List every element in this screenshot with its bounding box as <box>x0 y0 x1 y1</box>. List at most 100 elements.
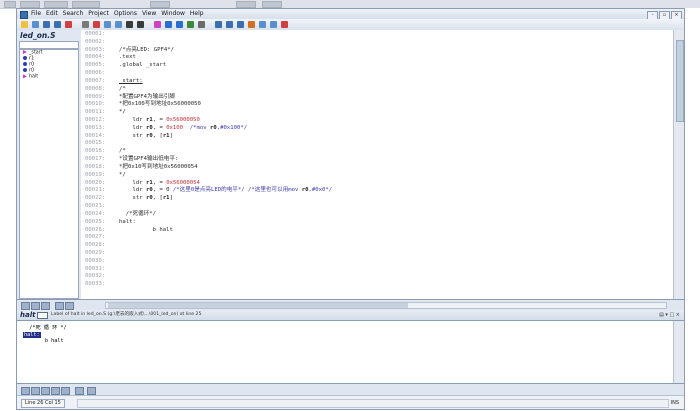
code-line[interactable]: 00012: ldr r1, = 0x56000050 <box>81 117 673 125</box>
code-line[interactable]: 00015: <box>81 140 673 148</box>
menu-item-edit[interactable]: Edit <box>46 10 58 17</box>
sort-icon[interactable] <box>41 302 50 310</box>
symbol-toggle-icon[interactable] <box>21 302 30 310</box>
code-line[interactable]: 00001: <box>81 31 673 39</box>
code-line[interactable]: 00027: <box>81 234 673 242</box>
flag-icon[interactable] <box>51 387 60 395</box>
toolbar-button-icon[interactable] <box>270 21 277 28</box>
line-number: 00009: <box>85 93 106 100</box>
code-line[interactable]: 00025: halt: <box>81 219 673 227</box>
code-text: *配置GPF4为输出引脚 <box>119 93 175 100</box>
code-line[interactable]: 00023: <box>81 203 673 211</box>
tile-icon[interactable] <box>87 387 96 395</box>
relation-icon[interactable] <box>21 387 30 395</box>
toolbar-button-icon[interactable] <box>104 21 111 28</box>
taskbar-button[interactable] <box>150 1 170 8</box>
scroll-thumb[interactable] <box>676 40 684 122</box>
toolbar-button-icon[interactable] <box>32 21 39 28</box>
tile-icon[interactable] <box>65 302 74 310</box>
code-text: /* <box>119 148 126 155</box>
toolbar-button-icon[interactable] <box>65 21 72 28</box>
menu-item-project[interactable]: Project <box>88 10 109 17</box>
context-window-controls[interactable]: ▤ ▾ □ × <box>659 310 680 320</box>
hscroll-thumb[interactable] <box>108 303 408 308</box>
toolbar-button-icon[interactable] <box>176 21 183 28</box>
taskbar-button[interactable] <box>44 1 68 8</box>
code-line[interactable]: 00016: /* <box>81 148 673 156</box>
code-line[interactable]: 00019: */ <box>81 172 673 180</box>
horizontal-scrollbar[interactable] <box>105 302 667 309</box>
code-line[interactable]: 00031: <box>81 266 673 274</box>
code-line[interactable]: 00013: ldr r0, = 0x100 /*mov r0,#0x100*/ <box>81 125 673 133</box>
abc-icon[interactable] <box>61 387 70 395</box>
code-line[interactable]: 00008: /* <box>81 86 673 94</box>
code-line[interactable]: 00033: <box>81 281 673 289</box>
toolbar-button-icon[interactable] <box>281 21 288 28</box>
menu-item-search[interactable]: Search <box>63 10 84 17</box>
code-line[interactable]: 00030: <box>81 258 673 266</box>
code-line[interactable]: 00011: */ <box>81 109 673 117</box>
toolbar-button-icon[interactable] <box>165 21 172 28</box>
code-line[interactable]: 00014: str r0, [r1] <box>81 133 673 141</box>
code-line[interactable]: 00021: ldr r0, = 0 /*这里0是点亮LED的电平*/ /*这里… <box>81 187 673 195</box>
taskbar-button[interactable] <box>4 1 16 8</box>
code-editor[interactable]: 00001: 00002: 00003: /*点亮LED: GPF4*/ 00004:.… <box>81 30 673 299</box>
toolbar-button-icon[interactable] <box>215 21 222 28</box>
code-line[interactable]: 00018: *把0x10写到地址0x56000054 <box>81 164 673 172</box>
line-number: 00031: <box>85 265 106 272</box>
context-highlight: halt: <box>23 331 41 338</box>
toolbar-button-icon[interactable] <box>137 21 144 28</box>
code-line[interactable]: 00017: *设置GPF4输出低电平: <box>81 156 673 164</box>
toolbar-button-icon[interactable] <box>198 21 205 28</box>
toolbar-button-icon[interactable] <box>43 21 50 28</box>
code-line[interactable]: 00003: /*点亮LED: GPF4*/ <box>81 47 673 55</box>
menu-item-options[interactable]: Options <box>114 10 137 17</box>
context-select-icon[interactable] <box>37 312 48 319</box>
toolbar-button-icon[interactable] <box>187 21 194 28</box>
toolbar-button-icon[interactable] <box>21 21 28 28</box>
menu-item-window[interactable]: Window <box>161 10 185 17</box>
code-line[interactable]: 00024: /*死循环*/ <box>81 211 673 219</box>
taskbar-button[interactable] <box>236 1 256 8</box>
taskbar-button[interactable] <box>72 1 100 8</box>
toolbar-button-icon[interactable] <box>126 21 133 28</box>
context-scrollbar[interactable] <box>673 321 684 383</box>
code-text: .global _start <box>119 62 167 69</box>
menu-item-file[interactable]: File <box>31 10 41 17</box>
code-line[interactable]: 00029: <box>81 250 673 258</box>
line-number: 00020: <box>85 179 106 186</box>
taskbar-button[interactable] <box>262 1 282 8</box>
code-line[interactable]: 00032: <box>81 273 673 281</box>
vertical-scrollbar[interactable] <box>673 30 684 299</box>
code-line[interactable]: 00022: str r0, [r1] <box>81 195 673 203</box>
window-icon[interactable] <box>55 302 64 310</box>
code-line[interactable]: 00010: *把0x100写到地址0x56000050 <box>81 101 673 109</box>
symbol-search-input[interactable] <box>19 41 79 49</box>
grid-icon[interactable] <box>41 387 50 395</box>
window-icon[interactable] <box>75 387 84 395</box>
taskbar-button[interactable] <box>20 1 40 8</box>
code-line[interactable]: 00002: <box>81 39 673 47</box>
toolbar-button-icon[interactable] <box>259 21 266 28</box>
toolbar-button-icon[interactable] <box>237 21 244 28</box>
menu-item-view[interactable]: View <box>142 10 156 17</box>
toolbar-button-icon[interactable] <box>154 21 161 28</box>
code-line[interactable]: 00004: .text <box>81 54 673 62</box>
code-line[interactable]: 00028: <box>81 242 673 250</box>
context-window[interactable]: /*死 循 环 */halt: b halt <box>17 321 684 383</box>
toolbar-button-icon[interactable] <box>226 21 233 28</box>
toolbar-button-icon[interactable] <box>82 21 89 28</box>
toolbar-button-icon[interactable] <box>248 21 255 28</box>
toolbar-button-icon[interactable] <box>54 21 61 28</box>
list-icon[interactable] <box>31 302 40 310</box>
menu-item-help[interactable]: Help <box>190 10 204 17</box>
toolbar-button-icon[interactable] <box>93 21 100 28</box>
code-line[interactable]: 00026: b halt <box>81 227 673 235</box>
file-title: led_on.S <box>20 31 56 40</box>
code-line[interactable]: 00007: _start: <box>81 78 673 86</box>
code-line[interactable]: 00006: <box>81 70 673 78</box>
symbol-item[interactable]: halt <box>20 74 78 80</box>
clip-icon[interactable] <box>31 387 40 395</box>
toolbar-button-icon[interactable] <box>115 21 122 28</box>
code-line[interactable]: 00005: .global _start <box>81 62 673 70</box>
